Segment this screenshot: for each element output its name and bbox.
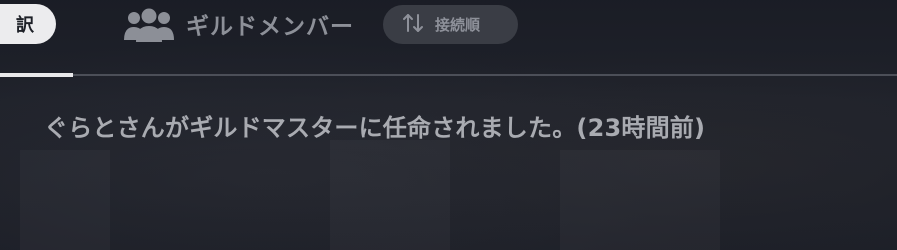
sort-button[interactable]: 接続順	[383, 5, 518, 44]
tab-bar: 訳 ギルドメンバー 接続順	[0, 0, 897, 77]
tab-guild-members[interactable]: ギルドメンバー	[122, 2, 354, 46]
active-tab-indicator	[0, 73, 73, 77]
sort-arrows-icon	[401, 12, 425, 38]
background-shape	[20, 150, 110, 250]
tab-current-label: 訳	[16, 15, 34, 36]
activity-message: ぐらとさんがギルドマスターに任命されました。(23時間前)	[44, 114, 706, 142]
background-shape	[330, 140, 450, 250]
tab-guild-members-label: ギルドメンバー	[186, 14, 354, 40]
sort-label: 接続順	[435, 16, 481, 34]
background-shape	[560, 150, 720, 250]
group-icon	[122, 4, 176, 44]
tab-current[interactable]: 訳	[0, 4, 56, 44]
tab-divider	[0, 74, 897, 76]
